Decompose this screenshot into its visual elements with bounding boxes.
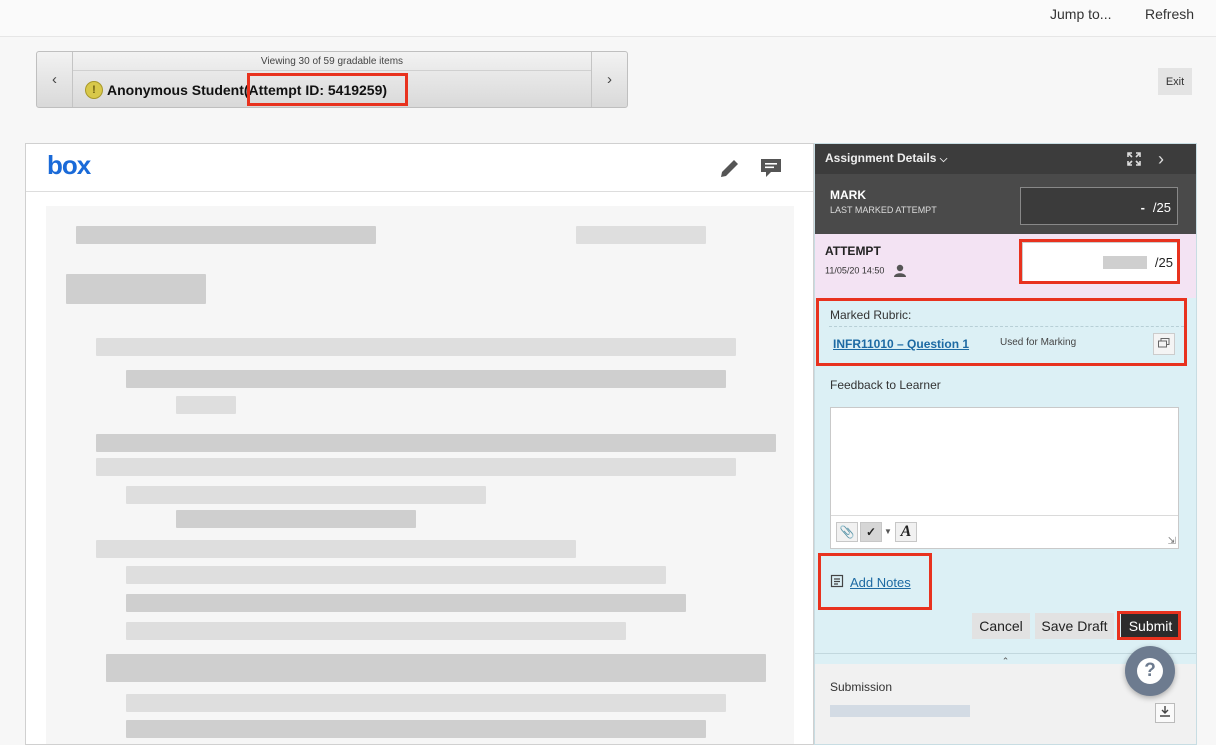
- download-icon: [1159, 704, 1171, 722]
- viewing-count: Viewing 30 of 59 gradable items: [260, 56, 404, 67]
- box-logo: box: [47, 150, 91, 180]
- chevron-right-icon: ›: [607, 71, 612, 88]
- add-notes-link[interactable]: Add Notes: [850, 575, 911, 590]
- attach-button[interactable]: 📎: [836, 522, 858, 542]
- attempt-max: /25: [1154, 255, 1173, 270]
- submission-label: Submission: [830, 680, 893, 694]
- spellcheck-icon: ✓: [865, 525, 877, 539]
- download-button[interactable]: [1155, 703, 1175, 723]
- resize-handle-icon[interactable]: ⇲: [1168, 536, 1176, 547]
- blurred-text-line: [126, 566, 666, 584]
- top-bar: Jump to... Refresh: [0, 0, 1216, 37]
- blurred-text-line: [126, 622, 626, 640]
- rubric-label: Marked Rubric:: [830, 308, 912, 322]
- attempt-id: (Attempt ID: 5419259): [243, 82, 388, 98]
- attempt-score-input[interactable]: /25: [1022, 242, 1180, 282]
- blurred-text-line: [126, 486, 486, 504]
- mark-title: MARK: [830, 188, 866, 202]
- panel-header: Assignment Details ⌵ ›: [815, 144, 1196, 174]
- blurred-text-line: [96, 434, 776, 452]
- student-info: ! Anonymous Student (Attempt ID: 5419259…: [85, 81, 387, 99]
- expand-icon[interactable]: [1127, 152, 1141, 171]
- mark-section: MARK LAST MARKED ATTEMPT - /25: [815, 174, 1196, 234]
- mark-max: /25: [1152, 200, 1171, 215]
- font-icon: A: [900, 523, 912, 540]
- rubric-divider: [829, 326, 1184, 327]
- blurred-text-line: [126, 370, 726, 388]
- navigator-divider: [73, 70, 591, 71]
- blurred-text-line: [66, 274, 206, 304]
- obscured-score: [1103, 256, 1147, 269]
- blurred-text-line: [176, 396, 236, 414]
- document-viewer: box: [25, 143, 814, 745]
- view-rubric-button[interactable]: [1153, 333, 1175, 355]
- pencil-icon[interactable]: [718, 156, 742, 185]
- format-text-button[interactable]: A: [895, 522, 917, 542]
- warning-icon: !: [85, 81, 103, 99]
- blurred-text-line: [126, 694, 726, 712]
- viewer-header: box: [26, 144, 813, 192]
- student-name: Anonymous Student: [107, 82, 244, 98]
- previous-student-button[interactable]: ‹: [37, 52, 73, 107]
- blurred-text-line: [126, 720, 706, 738]
- next-student-button[interactable]: ›: [591, 52, 627, 107]
- blurred-text-line: [576, 226, 706, 244]
- submission-file-link[interactable]: [830, 705, 970, 717]
- student-navigator: ‹ Viewing 30 of 59 gradable items ! Anon…: [36, 51, 628, 108]
- jump-to-link[interactable]: Jump to...: [1050, 6, 1111, 22]
- question-icon: ?: [1137, 658, 1163, 684]
- chevron-left-icon: ‹: [52, 71, 57, 88]
- submit-button[interactable]: Submit: [1121, 613, 1180, 639]
- attempt-section: ATTEMPT 11/05/20 14:50 /25: [815, 234, 1196, 298]
- blurred-text-line: [176, 510, 416, 528]
- mark-value: -: [1140, 200, 1145, 215]
- assignment-details-toggle[interactable]: Assignment Details ⌵: [825, 151, 947, 165]
- notes-icon: [830, 574, 844, 591]
- chevron-down-icon: ⌵: [939, 154, 948, 165]
- save-draft-button[interactable]: Save Draft: [1035, 613, 1114, 639]
- blurred-text-line: [106, 654, 766, 682]
- attempt-date: 11/05/20 14:50: [825, 263, 907, 279]
- mark-subtitle: LAST MARKED ATTEMPT: [830, 205, 937, 215]
- mark-score-box: - /25: [1020, 187, 1178, 225]
- user-icon: [893, 263, 907, 279]
- feedback-toolbar: 📎 ✓ ▼ A ⇲: [831, 515, 1178, 548]
- blurred-text-line: [76, 226, 376, 244]
- rubric-note: Used for Marking: [1000, 337, 1077, 348]
- feedback-editor[interactable]: 📎 ✓ ▼ A ⇲: [830, 407, 1179, 549]
- attempt-date-text: 11/05/20 14:50: [825, 265, 885, 276]
- panel-title: Assignment Details: [825, 151, 937, 165]
- document-page: [46, 206, 794, 744]
- spellcheck-dropdown-icon[interactable]: ▼: [884, 527, 892, 536]
- paperclip-icon: 📎: [839, 525, 855, 539]
- blurred-text-line: [96, 458, 736, 476]
- collapse-panel-icon[interactable]: ›: [1158, 149, 1164, 170]
- rubric-link[interactable]: INFR11010 – Question 1: [833, 337, 969, 351]
- popout-icon: [1158, 335, 1170, 353]
- exit-button[interactable]: Exit: [1158, 68, 1192, 95]
- feedback-label: Feedback to Learner: [830, 378, 941, 392]
- navigator-center: Viewing 30 of 59 gradable items ! Anonym…: [73, 52, 591, 107]
- cancel-button[interactable]: Cancel: [972, 613, 1030, 639]
- blurred-text-line: [126, 594, 686, 612]
- blurred-text-line: [96, 338, 736, 356]
- help-button[interactable]: ?: [1125, 646, 1175, 696]
- add-notes: Add Notes: [830, 574, 911, 591]
- comment-icon[interactable]: [759, 156, 783, 185]
- attempt-title: ATTEMPT: [825, 244, 881, 258]
- refresh-link[interactable]: Refresh: [1145, 6, 1194, 22]
- blurred-text-line: [96, 540, 576, 558]
- spellcheck-button[interactable]: ✓: [860, 522, 882, 542]
